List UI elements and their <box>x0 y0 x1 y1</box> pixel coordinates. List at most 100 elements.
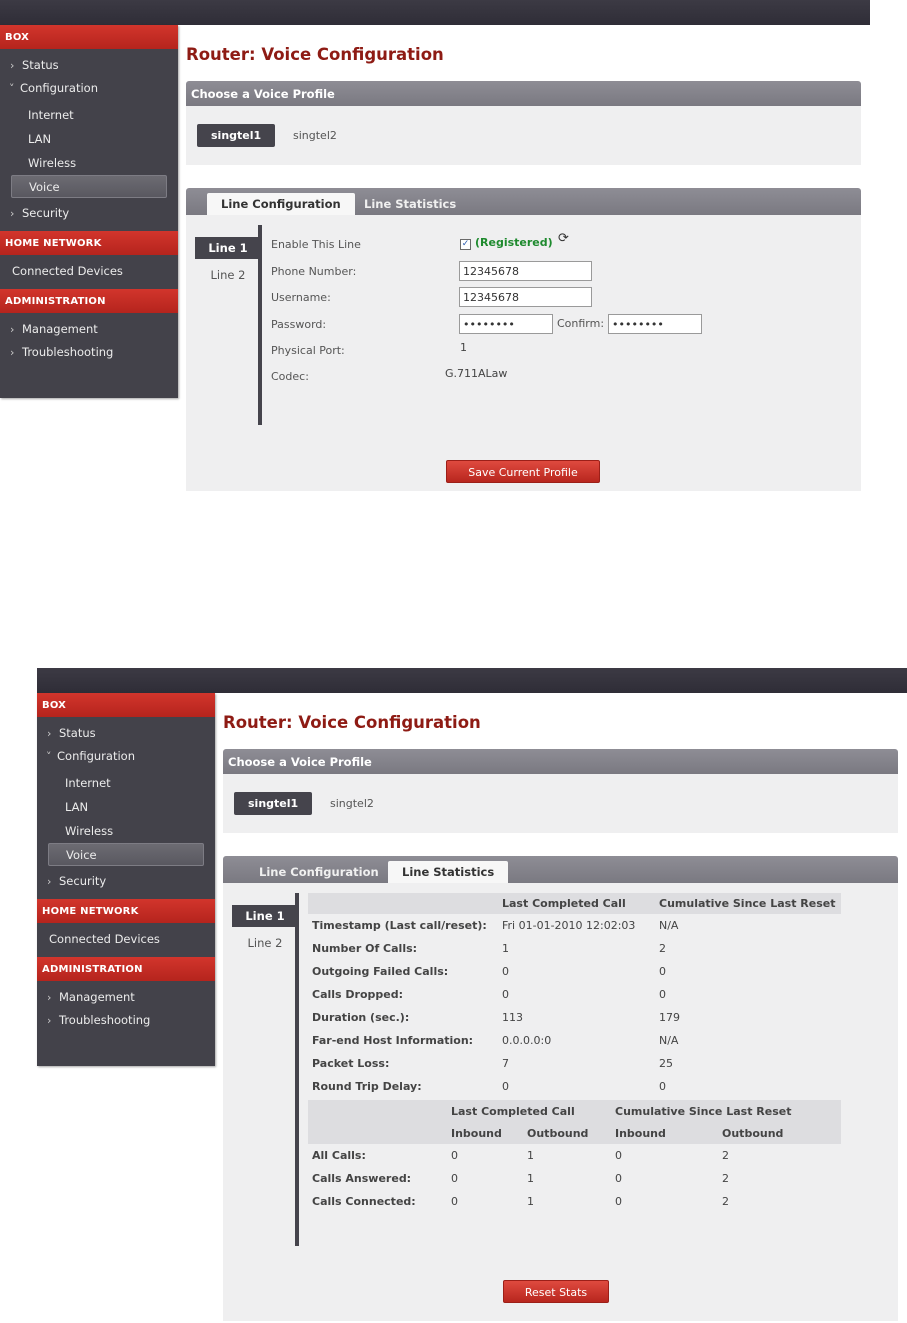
sidebar-item-security[interactable]: › Security <box>0 202 178 225</box>
line-tabs-bar: Line Configuration Line Statistics <box>223 856 898 883</box>
sidebar-item-voice[interactable]: Voice <box>11 175 167 198</box>
profile-singtel2-button[interactable]: singtel2 <box>279 124 351 147</box>
call-stats-table: Last Completed Call Cumulative Since Las… <box>308 893 841 1098</box>
sidebar-header-box: BOX <box>37 693 215 717</box>
sidebar-header-box: BOX <box>0 25 178 49</box>
sidebar-item-status[interactable]: › Status <box>0 54 178 77</box>
table-row: Duration (sec.): 113 179 <box>312 1011 680 1024</box>
refresh-icon[interactable]: ⟳ <box>558 231 569 246</box>
sidebar-item-management[interactable]: › Management <box>0 318 178 341</box>
codec-value: G.711ALaw <box>445 367 508 380</box>
table-row: Timestamp (Last call/reset): Fri 01-01-20… <box>312 919 679 932</box>
table-row: Outgoing Failed Calls: 0 0 <box>312 965 666 978</box>
tab-line-configuration[interactable]: Line Configuration <box>245 861 393 883</box>
line-divider <box>258 225 262 425</box>
sidebar-item-management[interactable]: › Management <box>37 986 215 1009</box>
voice-profile-panel: singtel1 singtel2 <box>223 774 898 833</box>
sidebar-item-wireless[interactable]: Wireless <box>37 819 215 843</box>
line-2-tab[interactable]: Line 2 <box>195 264 261 286</box>
column-header-outbound: Outbound <box>523 1122 611 1144</box>
chevron-right-icon: › <box>10 59 15 72</box>
profile-singtel2-button[interactable]: singtel2 <box>316 792 388 815</box>
line-1-tab[interactable]: Line 1 <box>232 905 298 927</box>
profile-singtel1-button[interactable]: singtel1 <box>197 124 276 147</box>
chevron-right-icon: › <box>10 323 15 336</box>
tab-line-statistics[interactable]: Line Statistics <box>388 861 509 883</box>
sidebar-item-internet[interactable]: Internet <box>0 103 178 127</box>
sidebar-item-status[interactable]: › Status <box>37 722 215 745</box>
phone-number-input[interactable] <box>459 261 592 281</box>
save-current-profile-button[interactable]: Save Current Profile <box>446 460 600 483</box>
table-row: All Calls: 0 1 0 2 <box>312 1149 729 1162</box>
tab-line-statistics[interactable]: Line Statistics <box>350 193 470 215</box>
confirm-password-input[interactable] <box>608 314 702 334</box>
top-bar <box>0 0 870 25</box>
table-row: Round Trip Delay: 0 0 <box>312 1080 666 1093</box>
column-header-inbound: Inbound <box>447 1122 523 1144</box>
line-1-tab[interactable]: Line 1 <box>195 237 261 259</box>
line-2-tab[interactable]: Line 2 <box>232 932 298 954</box>
column-header-last-completed: Last Completed Call <box>498 893 655 914</box>
confirm-label: Confirm: <box>557 317 605 330</box>
sidebar-item-voice[interactable]: Voice <box>48 843 204 866</box>
voice-config-screen-line-configuration: BOX › Status ˅ Configuration Internet LAN … <box>0 0 870 495</box>
table-row: Packet Loss: 7 25 <box>312 1057 673 1070</box>
line-tabs-bar: Line Configuration Line Statistics <box>186 188 861 215</box>
line-configuration-panel: Line 1 Line 2 Enable This Line ✓ (Regist… <box>186 215 861 491</box>
column-header-cumulative: Cumulative Since Last Reset <box>655 893 841 914</box>
sidebar-item-connected-devices[interactable]: Connected Devices <box>37 928 215 951</box>
username-label: Username: <box>271 291 331 304</box>
column-header-cumulative: Cumulative Since Last Reset <box>611 1100 841 1122</box>
chevron-right-icon: › <box>47 727 52 740</box>
sidebar: BOX › Status ˅ Configuration Internet LAN … <box>0 25 178 398</box>
registered-status: (Registered) <box>475 236 553 249</box>
page-title: Router: Voice Configuration <box>223 713 481 732</box>
sidebar-item-wireless[interactable]: Wireless <box>0 151 178 175</box>
sidebar-item-configuration[interactable]: ˅ Configuration <box>0 77 178 100</box>
table-row: Calls Dropped: 0 0 <box>312 988 666 1001</box>
reset-stats-button[interactable]: Reset Stats <box>503 1280 609 1303</box>
enable-line-label: Enable This Line <box>271 238 361 251</box>
inbound-outbound-table: Last Completed Call Cumulative Since Las… <box>308 1100 841 1213</box>
voice-profile-header: Choose a Voice Profile <box>186 81 861 106</box>
codec-label: Codec: <box>271 370 309 383</box>
sidebar-item-security[interactable]: › Security <box>37 870 215 893</box>
sidebar-item-lan[interactable]: LAN <box>0 127 178 151</box>
chevron-right-icon: › <box>47 875 52 888</box>
chevron-down-icon: ˅ <box>46 750 52 763</box>
table-row: Calls Answered: 0 1 0 2 <box>312 1172 729 1185</box>
page-title: Router: Voice Configuration <box>186 45 444 64</box>
chevron-right-icon: › <box>47 1014 52 1027</box>
table-header-row: Last Completed Call Cumulative Since Las… <box>308 893 841 914</box>
physical-port-label: Physical Port: <box>271 344 345 357</box>
line-statistics-panel: Line 1 Line 2 Last Completed Call Cumula… <box>223 883 898 1321</box>
password-input[interactable] <box>459 314 553 334</box>
voice-profile-panel: singtel1 singtel2 <box>186 106 861 165</box>
sidebar-item-configuration[interactable]: ˅ Configuration <box>37 745 215 768</box>
tab-line-configuration[interactable]: Line Configuration <box>207 193 355 215</box>
table-row: Far-end Host Information: 0.0.0.0:0 N/A <box>312 1034 679 1047</box>
phone-number-label: Phone Number: <box>271 265 357 278</box>
enable-line-checkbox[interactable]: ✓ <box>460 239 471 250</box>
profile-singtel1-button[interactable]: singtel1 <box>234 792 313 815</box>
username-input[interactable] <box>459 287 592 307</box>
line-divider <box>295 893 299 1246</box>
line-selector: Line 1 Line 2 <box>195 237 261 291</box>
main-content: Router: Voice Configuration Choose a Voi… <box>223 693 898 1321</box>
sidebar-item-lan[interactable]: LAN <box>37 795 215 819</box>
sidebar-item-troubleshooting[interactable]: › Troubleshooting <box>37 1009 215 1032</box>
column-header-last-completed: Last Completed Call <box>447 1100 611 1122</box>
sidebar-item-troubleshooting[interactable]: › Troubleshooting <box>0 341 178 364</box>
chevron-right-icon: › <box>47 991 52 1004</box>
column-header-outbound: Outbound <box>718 1122 841 1144</box>
chevron-right-icon: › <box>10 346 15 359</box>
sidebar-item-internet[interactable]: Internet <box>37 771 215 795</box>
sidebar-item-connected-devices[interactable]: Connected Devices <box>0 260 178 283</box>
sidebar-header-administration: ADMINISTRATION <box>37 957 215 981</box>
table-row: Number Of Calls: 1 2 <box>312 942 666 955</box>
sidebar: BOX › Status ˅ Configuration Internet LAN … <box>37 693 215 1066</box>
table-subheader-row: Inbound Outbound Inbound Outbound <box>308 1122 841 1144</box>
table-header-row: Last Completed Call Cumulative Since Las… <box>308 1100 841 1122</box>
top-bar <box>37 668 907 693</box>
physical-port-value: 1 <box>460 341 467 354</box>
